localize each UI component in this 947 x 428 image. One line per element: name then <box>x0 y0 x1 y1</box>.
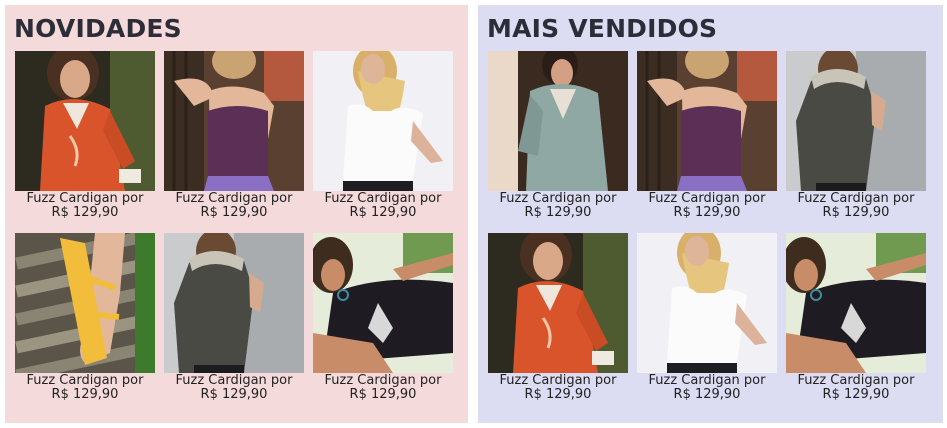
product-caption[interactable]: Fuzz Cardigan por R$ 129,90 <box>313 192 453 220</box>
product-photo <box>488 51 628 191</box>
product-caption[interactable]: Fuzz Cardigan por R$ 129,90 <box>637 192 777 220</box>
product-price: R$ 129,90 <box>673 387 741 402</box>
product-name: Fuzz Cardigan por <box>648 373 766 388</box>
product-name: Fuzz Cardigan por <box>324 373 442 388</box>
product-name: Fuzz Cardigan por <box>324 191 442 206</box>
product-photo <box>164 233 304 373</box>
product-caption[interactable]: Fuzz Cardigan por R$ 129,90 <box>786 374 926 402</box>
product-image[interactable] <box>637 51 777 191</box>
product-price: R$ 129,90 <box>822 387 890 402</box>
product-card[interactable]: Fuzz Cardigan por R$ 129,90 <box>637 51 777 233</box>
product-price: R$ 129,90 <box>200 205 268 220</box>
product-card[interactable]: Fuzz Cardigan por R$ 129,90 <box>786 233 926 415</box>
product-name: Fuzz Cardigan por <box>797 191 915 206</box>
product-price: R$ 129,90 <box>200 387 268 402</box>
product-image[interactable] <box>488 51 628 191</box>
product-image[interactable] <box>15 233 155 373</box>
product-photo <box>637 233 777 373</box>
product-image[interactable] <box>637 233 777 373</box>
product-name: Fuzz Cardigan por <box>648 191 766 206</box>
product-photo <box>15 233 155 373</box>
section-title: MAIS VENDIDOS <box>487 14 718 43</box>
product-name: Fuzz Cardigan por <box>175 373 293 388</box>
product-image[interactable] <box>786 233 926 373</box>
product-image[interactable] <box>313 233 453 373</box>
product-image[interactable] <box>313 51 453 191</box>
product-grid: Fuzz Cardigan por R$ 129,90 Fuzz Cardiga… <box>15 51 453 415</box>
product-card[interactable]: Fuzz Cardigan por R$ 129,90 <box>15 51 155 233</box>
product-caption[interactable]: Fuzz Cardigan por R$ 129,90 <box>164 374 304 402</box>
product-caption[interactable]: Fuzz Cardigan por R$ 129,90 <box>313 374 453 402</box>
product-price: R$ 129,90 <box>524 205 592 220</box>
product-caption[interactable]: Fuzz Cardigan por R$ 129,90 <box>637 374 777 402</box>
product-image[interactable] <box>15 51 155 191</box>
product-name: Fuzz Cardigan por <box>175 191 293 206</box>
section-title: NOVIDADES <box>14 14 182 43</box>
section-novidades: NOVIDADES Fuzz Cardigan por R$ 129,90 Fu… <box>5 5 468 423</box>
product-photo <box>313 233 453 373</box>
product-photo <box>164 51 304 191</box>
product-card[interactable]: Fuzz Cardigan por R$ 129,90 <box>313 233 453 415</box>
product-card[interactable]: Fuzz Cardigan por R$ 129,90 <box>488 51 628 233</box>
section-mais-vendidos: MAIS VENDIDOS Fuzz Cardigan por R$ 129,9… <box>478 5 943 423</box>
product-card[interactable]: Fuzz Cardigan por R$ 129,90 <box>313 51 453 233</box>
product-grid: Fuzz Cardigan por R$ 129,90 Fuzz Cardiga… <box>488 51 926 415</box>
product-caption[interactable]: Fuzz Cardigan por R$ 129,90 <box>488 374 628 402</box>
product-card[interactable]: Fuzz Cardigan por R$ 129,90 <box>786 51 926 233</box>
product-caption[interactable]: Fuzz Cardigan por R$ 129,90 <box>15 374 155 402</box>
product-name: Fuzz Cardigan por <box>499 191 617 206</box>
product-card[interactable]: Fuzz Cardigan por R$ 129,90 <box>164 51 304 233</box>
product-price: R$ 129,90 <box>524 387 592 402</box>
product-image[interactable] <box>164 233 304 373</box>
product-photo <box>488 233 628 373</box>
product-card[interactable]: Fuzz Cardigan por R$ 129,90 <box>637 233 777 415</box>
product-image[interactable] <box>164 51 304 191</box>
product-price: R$ 129,90 <box>673 205 741 220</box>
product-price: R$ 129,90 <box>349 205 417 220</box>
product-image[interactable] <box>786 51 926 191</box>
product-caption[interactable]: Fuzz Cardigan por R$ 129,90 <box>786 192 926 220</box>
product-price: R$ 129,90 <box>51 387 119 402</box>
product-card[interactable]: Fuzz Cardigan por R$ 129,90 <box>15 233 155 415</box>
product-image[interactable] <box>488 233 628 373</box>
product-photo <box>15 51 155 191</box>
product-name: Fuzz Cardigan por <box>499 373 617 388</box>
product-caption[interactable]: Fuzz Cardigan por R$ 129,90 <box>15 192 155 220</box>
product-name: Fuzz Cardigan por <box>26 191 144 206</box>
product-price: R$ 129,90 <box>822 205 890 220</box>
product-card[interactable]: Fuzz Cardigan por R$ 129,90 <box>164 233 304 415</box>
product-name: Fuzz Cardigan por <box>26 373 144 388</box>
product-name: Fuzz Cardigan por <box>797 373 915 388</box>
product-price: R$ 129,90 <box>51 205 119 220</box>
product-caption[interactable]: Fuzz Cardigan por R$ 129,90 <box>488 192 628 220</box>
product-photo <box>786 51 926 191</box>
product-price: R$ 129,90 <box>349 387 417 402</box>
product-photo <box>313 51 453 191</box>
product-card[interactable]: Fuzz Cardigan por R$ 129,90 <box>488 233 628 415</box>
product-photo <box>786 233 926 373</box>
product-caption[interactable]: Fuzz Cardigan por R$ 129,90 <box>164 192 304 220</box>
product-photo <box>637 51 777 191</box>
